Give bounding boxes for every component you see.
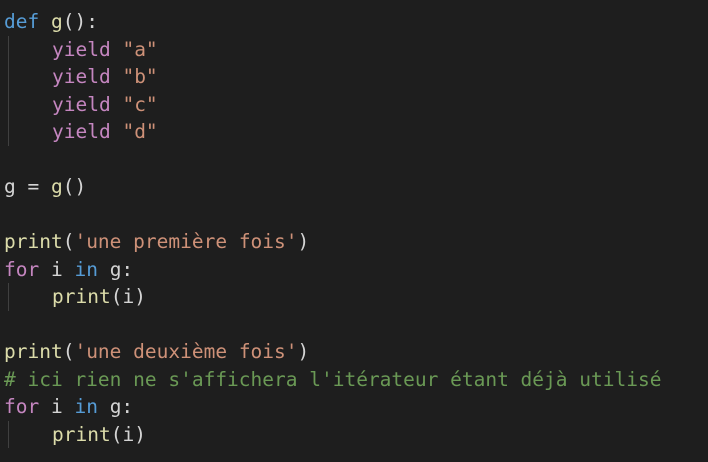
assign-operator: = [15,175,51,198]
code-line-3: yield "b" [4,63,708,91]
yield-keyword: yield [52,92,111,116]
string-literal: 'une deuxième fois' [74,340,298,363]
in-keyword: in [74,257,98,281]
code-line-7: g = g() [4,173,708,201]
open-paren: ( [110,285,123,308]
code-line-4: yield "c" [4,90,708,119]
indent-guide [4,118,52,146]
for-keyword: for [4,395,40,418]
argument-variable: i [122,285,135,308]
indent-guide [4,90,52,119]
indent-guide [4,63,52,91]
yield-keyword: yield [52,120,111,143]
for-keyword: for [4,257,40,281]
yield-keyword: yield [52,65,111,88]
in-keyword: in [74,395,98,418]
print-function: print [4,230,63,253]
code-comment: # ici rien ne s'affichera l'itérateur ét… [4,367,662,391]
code-line-15: for i in g: [4,393,708,421]
loop-variable: i [39,395,75,418]
def-keyword: def [4,10,40,33]
string-literal: "a" [122,37,158,61]
code-line-13: print('une deuxième fois') [4,338,708,366]
string-literal: 'une première fois' [74,230,298,253]
close-paren: ) [297,230,310,253]
open-paren: ( [110,422,123,446]
code-line-10: for i in g: [4,256,708,284]
code-editor[interactable]: def g(): yield "a" yield "b" yield "c" y… [0,0,708,462]
string-literal: "c" [122,92,158,116]
code-line-16: print(i) [4,420,708,449]
argument-variable: i [122,422,135,446]
close-paren: ) [134,285,146,308]
variable-name: g [4,175,16,198]
function-call: g [50,175,63,198]
call-parens: () [62,175,87,198]
open-paren: ( [62,230,75,253]
function-name: g [50,10,63,33]
function-params: (): [62,10,98,33]
loop-iterable: g: [97,257,134,281]
code-line-5: yield "d" [4,118,708,146]
loop-iterable: g: [97,395,134,418]
indent-guide [4,420,52,449]
loop-variable: i [39,257,75,281]
yield-keyword: yield [52,37,111,61]
code-line-11: print(i) [4,283,708,311]
string-literal: "d" [122,120,158,143]
close-paren: ) [134,422,146,446]
code-line-14: # ici rien ne s'affichera l'itérateur ét… [4,366,708,394]
code-line-2: yield "a" [4,35,708,64]
indent-guide [4,35,52,64]
code-line-9: print('une première fois') [4,228,708,256]
open-paren: ( [62,340,75,363]
indent-guide [4,283,52,311]
close-paren: ) [297,340,310,363]
string-literal: "b" [122,65,158,88]
print-function: print [52,422,111,446]
code-line-1: def g(): [4,8,708,36]
print-function: print [52,285,111,308]
print-function: print [4,340,63,363]
